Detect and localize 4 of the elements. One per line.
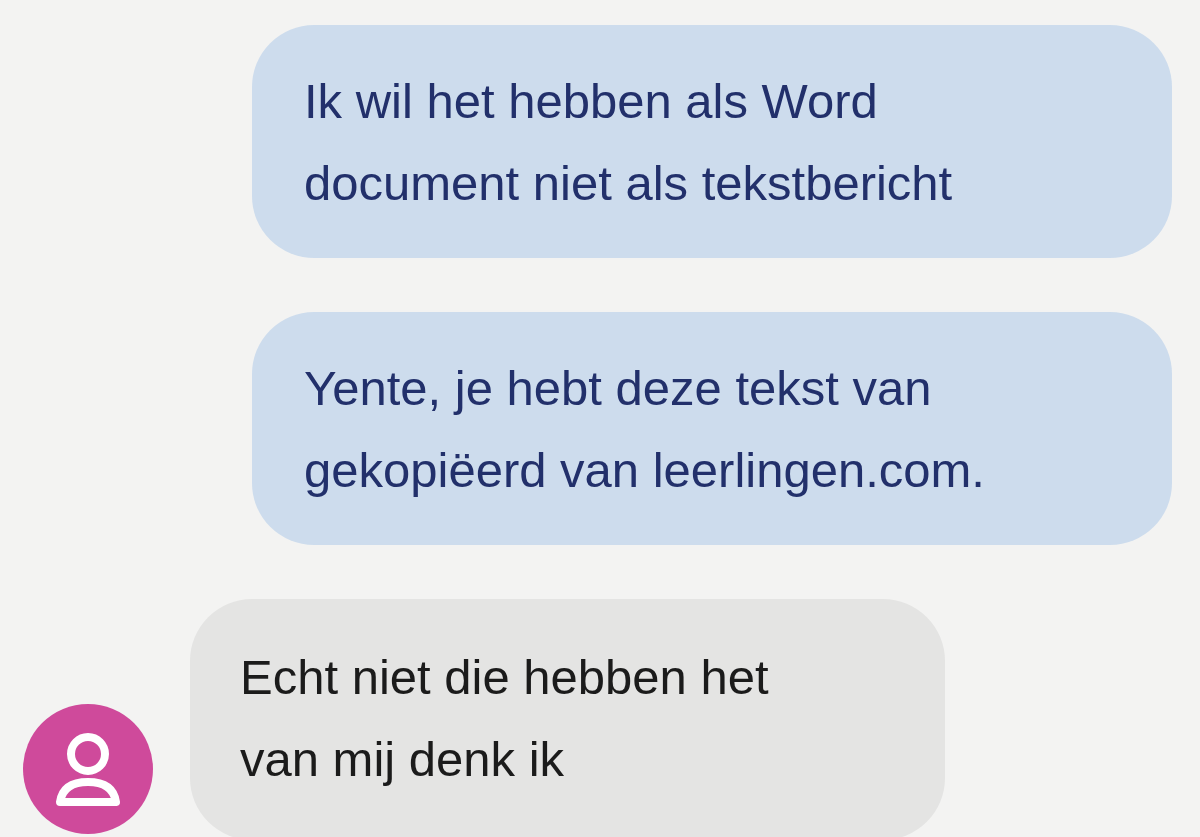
message-text: Ik wil het hebben als Word document niet als tekstbericht [304, 73, 954, 212]
message-text: Echt niet die hebben het van mij denk ik [240, 649, 770, 788]
message-text: Yente, je hebt deze tekst van gekopiëerd van leerlingen.com. [304, 360, 986, 499]
avatar-icon [23, 704, 153, 834]
